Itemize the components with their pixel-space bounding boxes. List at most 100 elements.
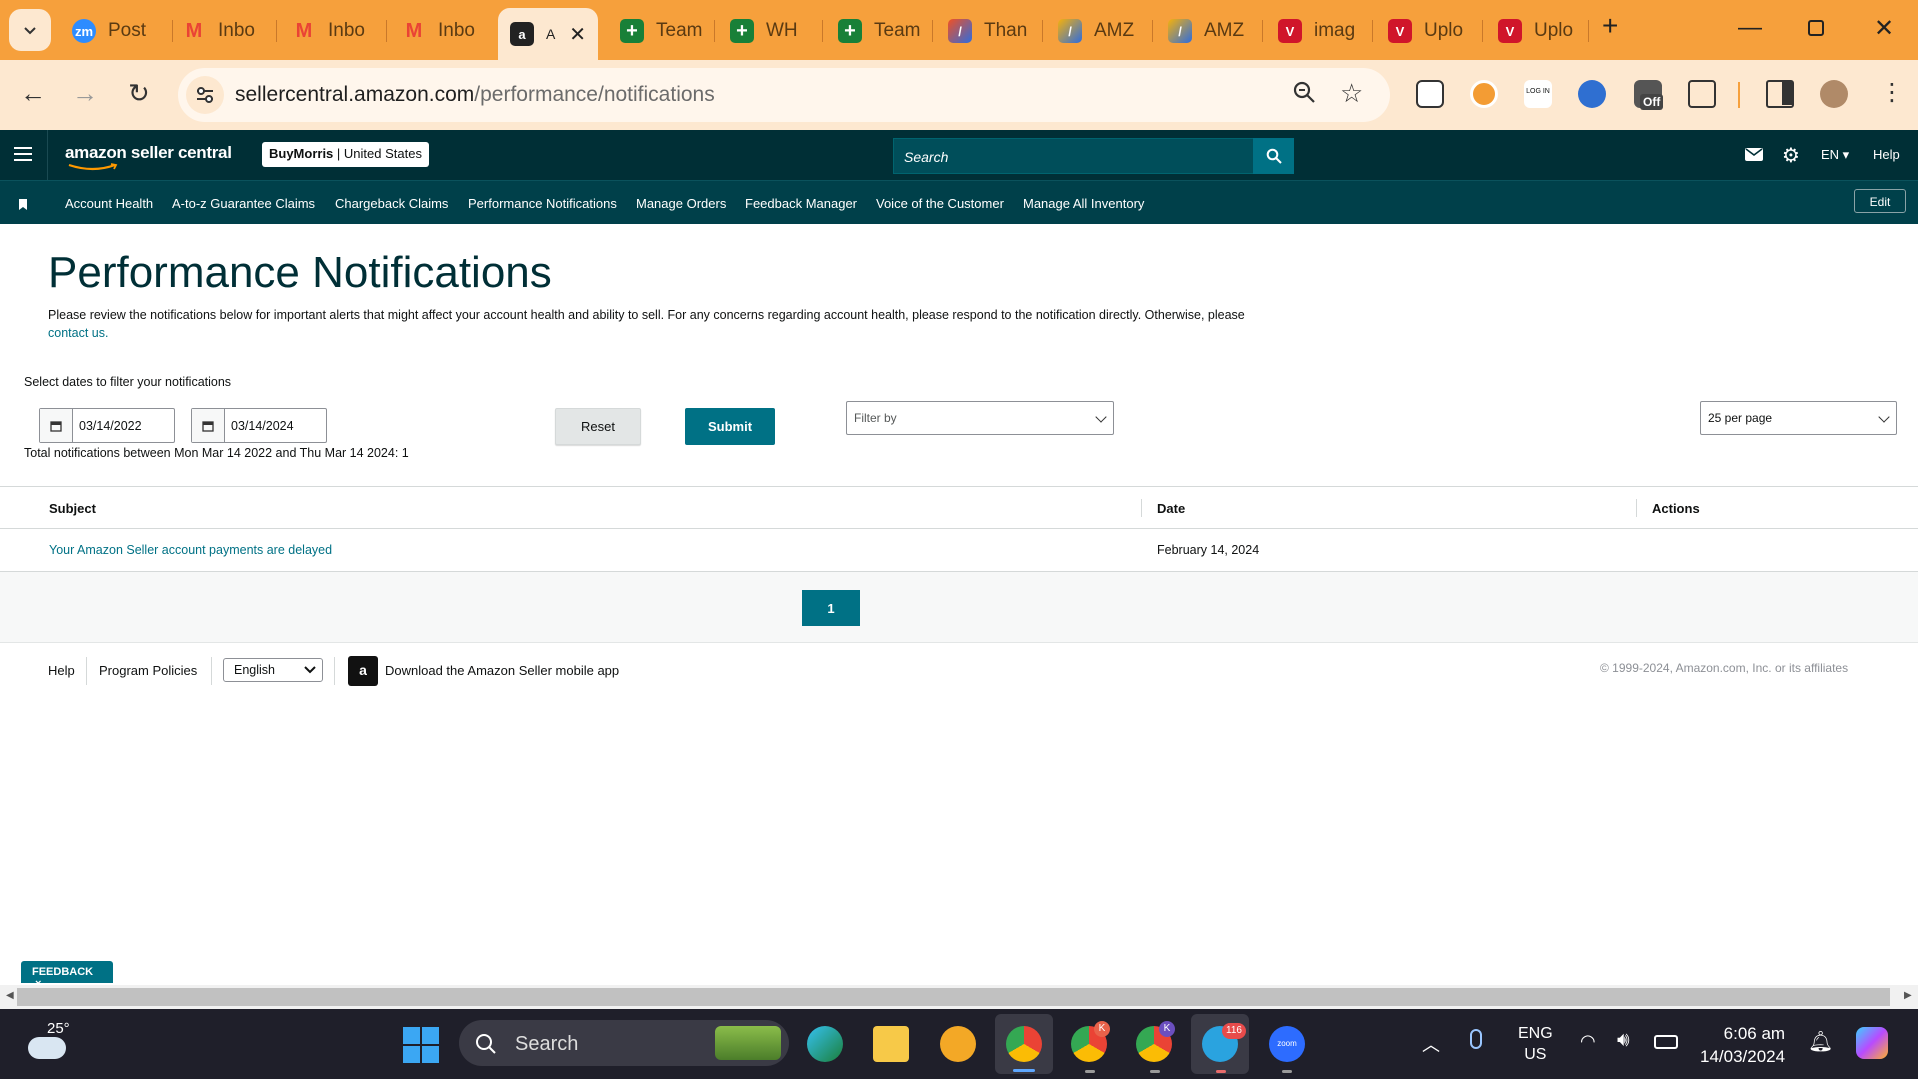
clock[interactable]: 6:06 am 14/03/2024 — [1700, 1022, 1785, 1068]
download-app-link[interactable]: Download the Amazon Seller mobile app — [385, 663, 619, 678]
file-explorer-icon[interactable] — [873, 1026, 909, 1062]
copilot-icon[interactable] — [1856, 1027, 1888, 1059]
footer-help-link[interactable]: Help — [48, 663, 75, 678]
bookmark-star-icon[interactable]: ☆ — [1340, 78, 1363, 109]
table-header: Subject Date Actions — [0, 486, 1918, 529]
nav-performance-notifications[interactable]: Performance Notifications — [468, 196, 617, 211]
browser-tab[interactable]: + Team — [608, 12, 708, 50]
weather-temperature[interactable]: 25° — [47, 1020, 70, 1037]
browser-tab[interactable]: M Inbo — [280, 12, 380, 50]
language-selector[interactable]: EN ▾ — [1821, 147, 1849, 163]
browser-tab[interactable]: M Inbo — [170, 12, 275, 50]
column-subject[interactable]: Subject — [49, 501, 96, 516]
browser-tab[interactable]: zm Post — [60, 12, 165, 50]
settings-gear-icon[interactable]: ⚙ — [1782, 143, 1800, 168]
footer-language-select[interactable]: English — [223, 658, 323, 682]
side-panel-icon[interactable] — [1766, 80, 1794, 108]
browser-tab[interactable]: M Inbo — [390, 12, 490, 50]
end-date-field[interactable]: 03/14/2024 — [191, 408, 327, 443]
feedback-button[interactable]: FEEDBACK × — [21, 961, 113, 990]
kebab-menu-icon[interactable]: ⋮ — [1880, 78, 1904, 107]
browser-tab[interactable]: / AMZ — [1156, 12, 1256, 50]
orange-circle-extension-icon[interactable] — [1470, 80, 1498, 108]
filter-by-select[interactable]: Filter by — [846, 401, 1114, 435]
start-date-field[interactable]: 03/14/2022 — [39, 408, 175, 443]
taskbar-search[interactable]: Search — [459, 1020, 789, 1066]
column-date[interactable]: Date — [1157, 501, 1185, 516]
submit-button[interactable]: Submit — [685, 408, 775, 445]
login-extension-icon[interactable]: LOG IN — [1524, 80, 1552, 108]
chrome-icon[interactable] — [1006, 1026, 1042, 1062]
edit-nav-button[interactable]: Edit — [1854, 189, 1906, 213]
page-button-1[interactable]: 1 — [802, 590, 860, 626]
nav-chargeback-claims[interactable]: Chargeback Claims — [335, 196, 448, 211]
new-tab-icon[interactable]: + — [1602, 10, 1618, 42]
search-input[interactable]: Search — [893, 138, 1255, 174]
off-extension-icon[interactable]: Off — [1634, 80, 1664, 110]
search-button[interactable] — [1253, 138, 1294, 174]
zoom-app-icon[interactable]: zoom — [1269, 1026, 1305, 1062]
nav-voice-of-customer[interactable]: Voice of the Customer — [876, 196, 1004, 211]
notification-subject-link[interactable]: Your Amazon Seller account payments are … — [49, 543, 332, 557]
address-bar[interactable]: sellercentral.amazon.com/performance/not… — [178, 68, 1390, 122]
help-link[interactable]: Help — [1873, 147, 1900, 162]
scroll-right-icon[interactable]: ▶ — [1904, 990, 1912, 1001]
notification-bell-icon[interactable]: 🔔︎ — [1808, 1029, 1833, 1054]
browser-tab[interactable]: / AMZ — [1046, 12, 1146, 50]
nav-feedback-manager[interactable]: Feedback Manager — [745, 196, 857, 211]
amazon-app-icon[interactable]: a — [348, 656, 378, 686]
weather-icon[interactable] — [28, 1037, 66, 1059]
microphone-icon[interactable] — [1470, 1029, 1482, 1049]
amazon-seller-central-logo[interactable]: amazon seller central — [65, 143, 232, 171]
minimize-icon[interactable]: — — [1738, 14, 1762, 42]
zoom-magnifier-icon[interactable] — [1292, 80, 1316, 109]
shield-v-icon: V — [1278, 19, 1302, 43]
calendar-icon[interactable] — [192, 409, 225, 442]
browser-tab[interactable]: V Uplo — [1486, 12, 1586, 50]
scroll-left-icon[interactable]: ◀ — [6, 990, 14, 1001]
windows-start-icon[interactable] — [403, 1027, 439, 1063]
browser-tab[interactable]: + WH — [718, 12, 806, 50]
forward-arrow-icon[interactable]: → — [72, 78, 98, 109]
close-tab-icon[interactable]: ✕ — [569, 22, 586, 47]
vpn-shield-icon[interactable] — [940, 1026, 976, 1062]
browser-tab[interactable]: V Uplo — [1376, 12, 1476, 50]
nav-a-to-z-claims[interactable]: A-to-z Guarantee Claims — [172, 196, 315, 211]
contact-us-link[interactable]: contact us. — [48, 326, 108, 340]
browser-tab[interactable]: / Than — [936, 12, 1036, 50]
show-hidden-icons[interactable]: ︿ — [1422, 1031, 1440, 1057]
blue-puzzle-extension-icon[interactable] — [1578, 80, 1606, 108]
browser-tab[interactable]: + Team — [826, 12, 926, 50]
profile-avatar[interactable] — [1820, 80, 1848, 108]
scrollbar-thumb[interactable] — [17, 988, 1890, 1006]
hamburger-menu-icon[interactable] — [14, 147, 32, 166]
wifi-icon[interactable]: ◠ — [1580, 1031, 1596, 1052]
store-selector[interactable]: BuyMorris | United States — [262, 142, 429, 167]
bookmark-icon[interactable] — [19, 197, 27, 215]
qr-extension-icon[interactable] — [1416, 80, 1444, 108]
tab-search-button[interactable] — [9, 9, 51, 51]
reload-icon[interactable]: ↻ — [128, 78, 150, 109]
browser-tab[interactable]: V imag — [1266, 12, 1366, 50]
battery-icon[interactable] — [1654, 1035, 1678, 1049]
edge-icon[interactable] — [807, 1026, 843, 1062]
extensions-puzzle-icon[interactable] — [1688, 80, 1716, 108]
url-text[interactable]: sellercentral.amazon.com/performance/not… — [235, 83, 715, 107]
pen-app-icon: / — [1058, 19, 1082, 43]
footer-program-policies-link[interactable]: Program Policies — [99, 663, 197, 678]
calendar-icon[interactable] — [40, 409, 73, 442]
horizontal-scrollbar[interactable]: ◀ ▶ — [0, 985, 1918, 1009]
site-info-icon[interactable] — [186, 76, 224, 114]
per-page-select[interactable]: 25 per page — [1700, 401, 1897, 435]
nav-manage-all-inventory[interactable]: Manage All Inventory — [1023, 196, 1144, 211]
reset-button[interactable]: Reset — [555, 408, 641, 445]
nav-account-health[interactable]: Account Health — [65, 196, 153, 211]
restore-icon[interactable] — [1808, 20, 1824, 36]
keyboard-language[interactable]: ENG US — [1518, 1023, 1553, 1065]
back-arrow-icon[interactable]: ← — [20, 78, 46, 109]
browser-tab-active[interactable]: a A ✕ — [498, 8, 598, 60]
mail-icon[interactable] — [1745, 148, 1763, 161]
nav-manage-orders[interactable]: Manage Orders — [636, 196, 726, 211]
close-window-icon[interactable]: ✕ — [1874, 14, 1894, 43]
volume-icon[interactable]: 🔊︎ — [1617, 1029, 1630, 1052]
